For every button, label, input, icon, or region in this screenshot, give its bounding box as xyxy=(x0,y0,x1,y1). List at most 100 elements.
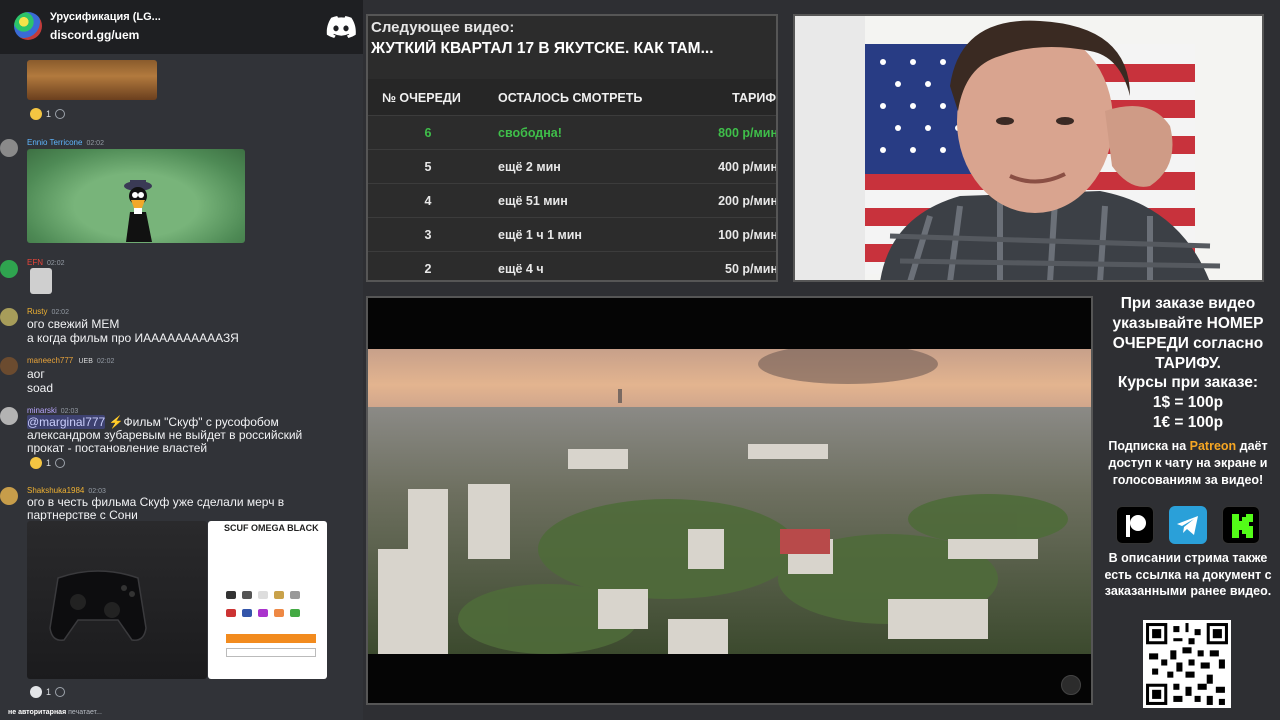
avatar[interactable] xyxy=(0,139,18,157)
reaction-row[interactable]: 1 xyxy=(30,107,66,121)
header-time-left: ОСТАЛОСЬ СМОТРЕТЬ xyxy=(498,91,643,105)
next-video-label: Следующее видео: xyxy=(371,19,515,36)
time-left: ещё 51 мин xyxy=(498,194,568,208)
reaction-row[interactable]: 1 xyxy=(30,456,66,470)
product-title: SCUF OMEGA BLACK xyxy=(224,523,319,533)
channel-watermark-icon xyxy=(1061,675,1081,695)
queue-number: 4 xyxy=(424,194,432,208)
webcam-feed xyxy=(793,14,1264,282)
tariff: 800 р/мин xyxy=(718,126,778,140)
order-queue-panel: Следующее видео: ЖУТКИЙ КВАРТАЛ 17 В ЯКУ… xyxy=(366,14,778,282)
color-swatch xyxy=(226,591,236,599)
queue-number: 2 xyxy=(424,262,432,276)
message-author: Rusty 02:02 xyxy=(27,307,69,316)
role-badge: UEB xyxy=(78,358,93,365)
username[interactable]: minarski xyxy=(27,406,57,415)
timestamp: 02:03 xyxy=(60,408,79,415)
reaction-row[interactable]: 1 xyxy=(30,685,66,699)
daffy-duck-figure xyxy=(124,180,152,242)
rate-eur: 1€ = 100р xyxy=(1152,414,1224,431)
username[interactable]: Rusty xyxy=(27,307,47,316)
typing-user: не авторитарная xyxy=(8,709,67,716)
username[interactable]: EFN xyxy=(27,258,43,267)
next-video-title: ЖУТКИЙ КВАРТАЛ 17 В ЯКУТСКЕ. КАК ТАМ... xyxy=(371,40,714,57)
color-swatch xyxy=(258,609,268,617)
header-queue-number: № ОЧЕРЕДИ xyxy=(382,91,461,105)
add-reaction-icon[interactable] xyxy=(55,109,66,119)
stream-overlay: Урусификация (LG... discord.gg/uem 1 Enn… xyxy=(0,0,1280,720)
patreon-link[interactable]: Patreon xyxy=(1190,439,1237,453)
rate-usd: 1$ = 100р xyxy=(1152,394,1224,411)
info-panel: При заказе видео указывайте НОМЕР ОЧЕРЕД… xyxy=(1096,290,1280,720)
city-aerial-video-frame xyxy=(368,349,1091,654)
queue-row: 5 ещё 2 мин 400 р/мин xyxy=(368,149,778,183)
color-swatch xyxy=(226,609,236,617)
discord-chat-panel: Урусификация (LG... discord.gg/uem 1 Enn… xyxy=(0,0,363,720)
food-image-attachment[interactable] xyxy=(27,60,157,100)
time-left: ещё 1 ч 1 мин xyxy=(498,228,582,242)
reaction-count: 1 xyxy=(46,109,52,119)
message-author: EFN 02:02 xyxy=(27,258,65,267)
subscription-prefix: Подписка на xyxy=(1108,439,1190,453)
tariff: 100 р/мин xyxy=(718,228,778,242)
patreon-icon[interactable] xyxy=(1116,506,1154,544)
add-reaction-icon[interactable] xyxy=(55,687,66,697)
avatar[interactable] xyxy=(0,487,18,505)
sticker-image[interactable] xyxy=(30,268,52,294)
queue-row: 4 ещё 51 мин 200 р/мин xyxy=(368,183,776,217)
color-swatch xyxy=(274,609,284,617)
timestamp: 02:02 xyxy=(51,309,69,316)
laughing-emoji-icon xyxy=(30,108,42,120)
user-mention[interactable]: @marginal777 xyxy=(27,415,106,429)
message-text: александром зубаревым не выйдет в россий… xyxy=(27,428,303,442)
message-text: прокат - постановление властей xyxy=(27,441,208,455)
telegram-icon[interactable] xyxy=(1169,506,1207,544)
letterbox-bottom xyxy=(368,654,1091,703)
add-reaction-icon[interactable] xyxy=(55,458,66,468)
message-text: soad xyxy=(27,381,54,395)
message-text: ого в честь фильма Скуф уже сделали мерч… xyxy=(27,495,285,509)
laughing-emoji-icon xyxy=(30,457,42,469)
order-instructions: При заказе видео указывайте НОМЕР ОЧЕРЕД… xyxy=(1112,295,1264,372)
time-left: ещё 4 ч xyxy=(498,262,544,276)
time-left: свободна! xyxy=(498,126,562,140)
message-text: а когда фильм про ИААААААААААЗЯ xyxy=(27,331,239,345)
rates-title: Курсы при заказе: xyxy=(1117,374,1259,391)
queue-table-header: № ОЧЕРЕДИ ОСТАЛОСЬ СМОТРЕТЬ ТАРИФ xyxy=(368,79,776,115)
shop-page-attachment[interactable]: SCUF OMEGA BLACK xyxy=(208,521,327,679)
message-text: ого свежий МЕМ xyxy=(27,317,120,331)
tariff: 400 р/мин xyxy=(718,160,778,174)
username[interactable]: Ennio Terricone xyxy=(27,138,82,147)
avatar[interactable] xyxy=(0,407,18,425)
video-player[interactable] xyxy=(366,296,1093,705)
reaction-count: 1 xyxy=(46,458,52,468)
kick-icon[interactable] xyxy=(1222,506,1260,544)
reaction-count: 1 xyxy=(46,687,52,697)
queue-row: 3 ещё 1 ч 1 мин 100 р/мин xyxy=(368,217,778,251)
queue-number: 3 xyxy=(424,228,432,242)
server-invite-link[interactable]: discord.gg/uem xyxy=(50,28,139,42)
chat-header: Урусификация (LG... discord.gg/uem xyxy=(0,0,363,54)
build-your-own-button xyxy=(226,648,316,657)
username[interactable]: Shakshuka1984 xyxy=(27,486,84,495)
avatar[interactable] xyxy=(0,308,18,326)
server-icon[interactable] xyxy=(14,12,42,40)
username[interactable]: maneech777 xyxy=(27,356,73,365)
message-text: партнерстве с Сони xyxy=(27,508,138,522)
server-name: Урусификация (LG... xyxy=(50,11,161,23)
color-swatch xyxy=(274,591,284,599)
avatar[interactable] xyxy=(0,260,18,278)
color-swatch xyxy=(258,591,268,599)
qr-code-image[interactable] xyxy=(1143,620,1231,708)
subscription-note: Подписка на Patreon даёт доступ к чату н… xyxy=(1096,438,1280,489)
time-left: ещё 2 мин xyxy=(498,160,561,174)
message-author: maneech777 UEB 02:02 xyxy=(27,356,114,365)
typing-indicator: не авторитарная печатает... xyxy=(8,709,102,716)
streamer-figure xyxy=(880,20,1221,280)
color-swatch xyxy=(242,609,252,617)
avatar[interactable] xyxy=(0,357,18,375)
letterbox-top xyxy=(368,298,1091,349)
message-author: Ennio Terricone 02:02 xyxy=(27,138,104,147)
message-text-rest: ⚡Фильм "Скуф" с русофобом xyxy=(105,415,279,429)
queue-number: 5 xyxy=(424,160,432,174)
